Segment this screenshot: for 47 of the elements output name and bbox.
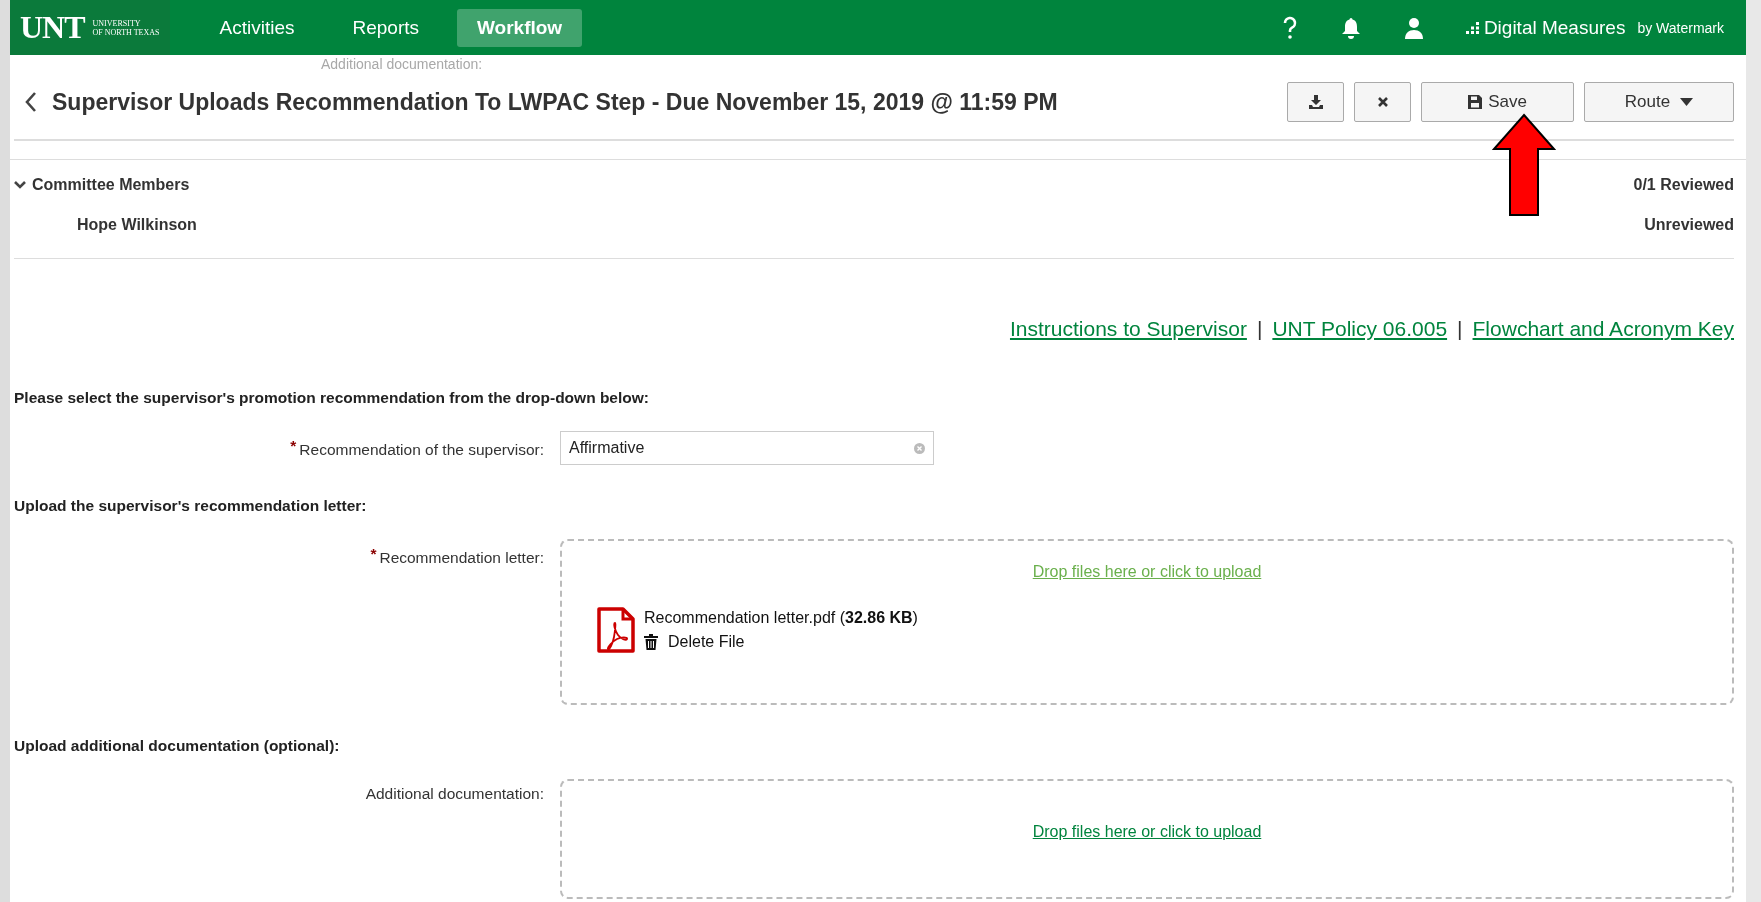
file-name: Recommendation letter.pdf (32.86 KB): [644, 609, 918, 627]
user-icon[interactable]: [1403, 15, 1424, 40]
save-button[interactable]: Save: [1421, 82, 1574, 122]
scrollbar[interactable]: [1746, 0, 1761, 902]
file-drop-zone[interactable]: Drop files here or click to upload Recommendation letter.pdf (32.86 KB) Delete File: [560, 539, 1734, 705]
review-status: Unreviewed: [1644, 216, 1734, 234]
nav-tab[interactable]: Workflow: [457, 8, 583, 47]
back-icon[interactable]: [24, 91, 38, 113]
save-icon: [1468, 95, 1483, 109]
upload-link[interactable]: Drop files here or click to upload: [1032, 823, 1262, 841]
close-button[interactable]: [1354, 82, 1411, 122]
close-icon: [1376, 96, 1389, 108]
field-label: Additional documentation:: [365, 785, 544, 802]
committee-heading[interactable]: Committee Members: [32, 176, 190, 194]
page-title: Supervisor Uploads Recommendation To LWPAC Step - Due November 15, 2019 @ 11:59 PM: [52, 88, 1058, 116]
member-name: Hope Wilkinson: [77, 216, 197, 234]
review-count: 0/1 Reviewed: [1633, 176, 1734, 194]
ghost-label: Additional documentation:: [321, 56, 483, 72]
file-drop-zone[interactable]: Drop files here or click to upload: [560, 779, 1734, 899]
route-button[interactable]: Route: [1584, 82, 1734, 122]
collapse-chevron-icon[interactable]: [14, 180, 26, 190]
link-separator: |: [1256, 317, 1263, 341]
nav-tab[interactable]: Activities: [199, 8, 315, 47]
document-link[interactable]: Instructions to Supervisor: [1009, 317, 1247, 341]
recommendation-select[interactable]: Affirmative: [560, 431, 934, 465]
section-heading: Upload additional documentation (optional):: [14, 737, 341, 755]
pdf-file-icon: [596, 607, 636, 653]
caret-icon: [1680, 98, 1694, 106]
required-asterisk: *: [290, 437, 297, 454]
download-button[interactable]: [1287, 82, 1344, 122]
product-vendor: by Watermark: [1637, 19, 1724, 36]
upload-link[interactable]: Drop files here or click to upload: [1032, 563, 1262, 581]
section-heading: Upload the supervisor's recommendation letter:: [14, 497, 368, 515]
dots-logo-icon: [1465, 21, 1480, 34]
required-asterisk: *: [370, 545, 377, 562]
trash-icon: [644, 634, 658, 650]
help-icon[interactable]: [1281, 15, 1298, 40]
download-icon: [1308, 95, 1323, 109]
field-label: Recommendation letter:: [379, 549, 544, 566]
nav-tab[interactable]: Reports: [332, 8, 439, 47]
document-link[interactable]: Flowchart and Acronym Key: [1472, 317, 1734, 341]
document-link[interactable]: UNT Policy 06.005: [1272, 317, 1448, 341]
field-label: Recommendation of the supervisor:: [299, 441, 544, 458]
product-name: Digital Measures: [1483, 16, 1626, 39]
link-separator: |: [1457, 317, 1463, 341]
delete-file-link[interactable]: Delete File: [644, 633, 918, 651]
section-heading: Please select the supervisor's promotion recommendation from the drop-down below:: [14, 389, 650, 407]
